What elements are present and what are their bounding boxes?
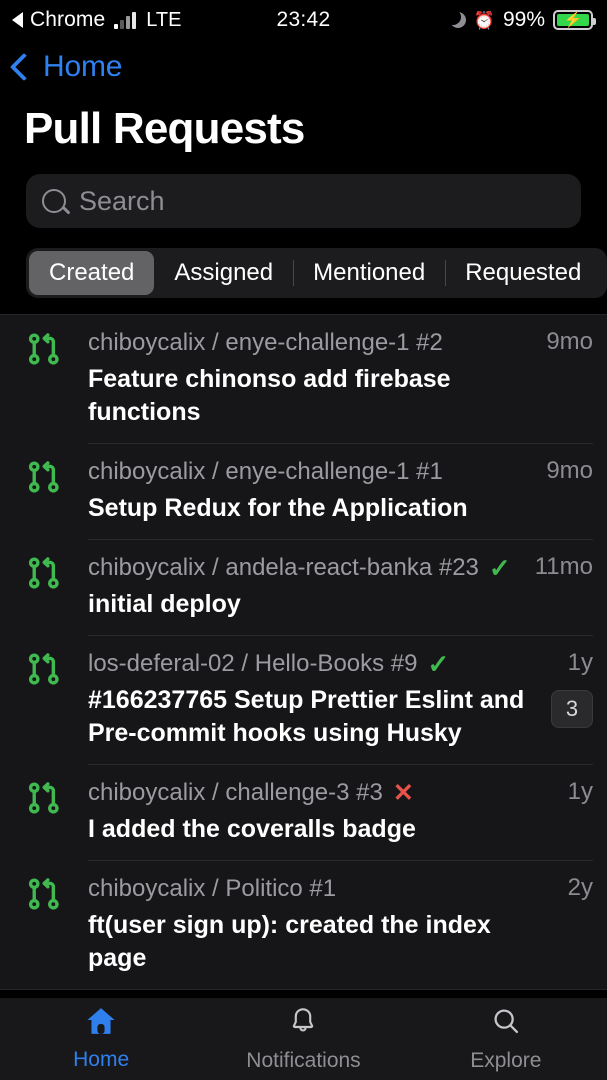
pull-request-body: chiboycalix / Politico #1 ft(user sign up… — [88, 860, 593, 989]
pull-request-main: chiboycalix / Politico #1 ft(user sign up… — [88, 875, 554, 975]
pull-request-body: chiboycalix / andela-react-banka #23 ✓ ini… — [88, 539, 593, 635]
status-failure-icon: ✕ — [392, 778, 414, 807]
pull-request-title: #166237765 Setup Prettier Eslint and Pre… — [88, 686, 525, 747]
back-button[interactable]: Home — [0, 40, 607, 88]
tab-home[interactable]: Home — [0, 1006, 202, 1072]
repo-line: chiboycalix / Politico #1 — [88, 875, 554, 903]
pull-request-title: Setup Redux for the Application — [88, 494, 468, 522]
repo-name: los-deferal-02 / Hello-Books #9 — [88, 650, 418, 677]
pull-request-main: chiboycalix / challenge-3 #3 ✕ I added the… — [88, 779, 554, 846]
pull-request-meta: 1y — [562, 778, 593, 805]
bottom-spacer — [0, 990, 607, 998]
back-to-app-icon[interactable] — [12, 12, 23, 28]
pull-request-main: chiboycalix / enye-challenge-1 #1 Setup R… — [88, 458, 532, 525]
pull-request-row[interactable]: los-deferal-02 / Hello-Books #9 ✓ #1662377… — [0, 635, 607, 764]
repo-name: chiboycalix / enye-challenge-1 #2 — [88, 329, 443, 356]
pull-request-main: chiboycalix / enye-challenge-1 #2 Feature… — [88, 329, 532, 429]
git-pull-request-icon — [24, 764, 64, 816]
pull-request-age: 9mo — [546, 328, 593, 355]
repo-line: chiboycalix / andela-react-banka #23 ✓ — [88, 554, 521, 582]
git-pull-request-icon — [24, 635, 64, 687]
moon-icon — [444, 9, 466, 28]
pull-request-list: chiboycalix / enye-challenge-1 #2 Feature… — [0, 314, 607, 990]
tab-home-label: Home — [73, 1048, 130, 1071]
pull-request-meta: 9mo — [540, 328, 593, 355]
status-bar-right: ⏰ 99% ⚡ — [444, 8, 596, 32]
tab-explore[interactable]: Explore — [405, 1005, 607, 1073]
repo-name: chiboycalix / andela-react-banka #23 — [88, 554, 479, 581]
repo-line: chiboycalix / enye-challenge-1 #1 — [88, 458, 532, 486]
battery-charging-icon: ⚡ — [553, 10, 596, 30]
pull-request-meta: 9mo — [540, 457, 593, 484]
pull-request-main: chiboycalix / andela-react-banka #23 ✓ ini… — [88, 554, 521, 621]
pull-request-title: ft(user sign up): created the index page — [88, 911, 491, 972]
repo-name: chiboycalix / enye-challenge-1 #1 — [88, 458, 443, 485]
phone-screen: Chrome LTE 23:42 ⏰ 99% ⚡ Home Pull Reque… — [0, 0, 607, 1080]
pull-request-row[interactable]: chiboycalix / enye-challenge-1 #2 Feature… — [0, 315, 607, 443]
pull-request-meta: 2y — [562, 874, 593, 901]
filter-section: Created Assigned Mentioned Requested — [0, 228, 607, 298]
git-pull-request-icon — [24, 315, 64, 367]
pull-request-row[interactable]: chiboycalix / Politico #1 ft(user sign up… — [0, 860, 607, 989]
status-success-icon: ✓ — [427, 649, 450, 679]
repo-name: chiboycalix / challenge-3 #3 — [88, 779, 383, 806]
search-section: Search — [0, 160, 607, 228]
tab-mentioned[interactable]: Mentioned — [293, 251, 445, 295]
pull-request-title: initial deploy — [88, 590, 241, 618]
search-icon — [490, 1005, 522, 1042]
status-success-icon: ✓ — [488, 553, 511, 583]
git-pull-request-icon — [24, 860, 64, 912]
pull-request-age: 11mo — [534, 553, 593, 580]
pull-request-age: 9mo — [546, 457, 593, 484]
tab-notifications[interactable]: Notifications — [202, 1005, 404, 1073]
comment-count-badge: 3 — [551, 690, 593, 729]
pull-request-body: los-deferal-02 / Hello-Books #9 ✓ #1662377… — [88, 635, 593, 764]
alarm-clock-icon: ⏰ — [473, 10, 495, 30]
bottom-tab-bar: Home Notifications Explore — [0, 998, 607, 1080]
tab-created[interactable]: Created — [29, 251, 155, 295]
repo-line: chiboycalix / challenge-3 #3 ✕ — [88, 779, 554, 807]
repo-line: chiboycalix / enye-challenge-1 #2 — [88, 329, 532, 357]
back-button-label: Home — [43, 50, 123, 83]
git-pull-request-icon — [24, 443, 64, 495]
tab-explore-label: Explore — [470, 1049, 542, 1072]
pull-request-main: los-deferal-02 / Hello-Books #9 ✓ #1662377… — [88, 650, 537, 750]
pull-request-body: chiboycalix / enye-challenge-1 #2 Feature… — [88, 315, 593, 443]
pull-request-body: chiboycalix / challenge-3 #3 ✕ I added the… — [88, 764, 593, 860]
tab-requested[interactable]: Requested — [445, 251, 601, 295]
page-title: Pull Requests — [24, 104, 305, 153]
bell-icon — [287, 1005, 319, 1042]
pull-request-body: chiboycalix / enye-challenge-1 #1 Setup R… — [88, 443, 593, 539]
repo-line: los-deferal-02 / Hello-Books #9 ✓ — [88, 650, 537, 678]
battery-percent-label: 99% — [502, 8, 545, 31]
home-icon — [84, 1006, 118, 1041]
search-icon — [42, 189, 66, 213]
filter-segmented-control[interactable]: Created Assigned Mentioned Requested — [26, 248, 607, 298]
status-bar-left: Chrome LTE — [12, 8, 182, 32]
pull-request-meta: 1y 3 — [545, 649, 593, 729]
search-field[interactable]: Search — [26, 174, 581, 228]
repo-name: chiboycalix / Politico #1 — [88, 875, 337, 902]
pull-request-title: I added the coveralls badge — [88, 815, 416, 843]
tab-assigned[interactable]: Assigned — [154, 251, 293, 295]
search-placeholder: Search — [79, 185, 165, 216]
pull-request-age: 1y — [567, 649, 593, 676]
pull-request-age: 1y — [567, 778, 593, 805]
pull-request-title: Feature chinonso add firebase functions — [88, 365, 451, 426]
pull-request-row[interactable]: chiboycalix / challenge-3 #3 ✕ I added the… — [0, 764, 607, 860]
tab-notifications-label: Notifications — [246, 1049, 361, 1072]
pull-request-meta: 11mo — [529, 553, 593, 580]
git-pull-request-icon — [24, 539, 64, 591]
back-to-app-label[interactable]: Chrome — [30, 8, 105, 32]
pull-request-age: 2y — [567, 874, 593, 901]
chevron-left-icon — [9, 52, 39, 82]
pull-request-row[interactable]: chiboycalix / andela-react-banka #23 ✓ ini… — [0, 539, 607, 635]
pull-request-row[interactable]: chiboycalix / enye-challenge-1 #1 Setup R… — [0, 443, 607, 539]
status-bar: Chrome LTE 23:42 ⏰ 99% ⚡ — [0, 0, 607, 40]
signal-bars-icon — [114, 11, 137, 29]
network-type-label: LTE — [146, 8, 182, 31]
